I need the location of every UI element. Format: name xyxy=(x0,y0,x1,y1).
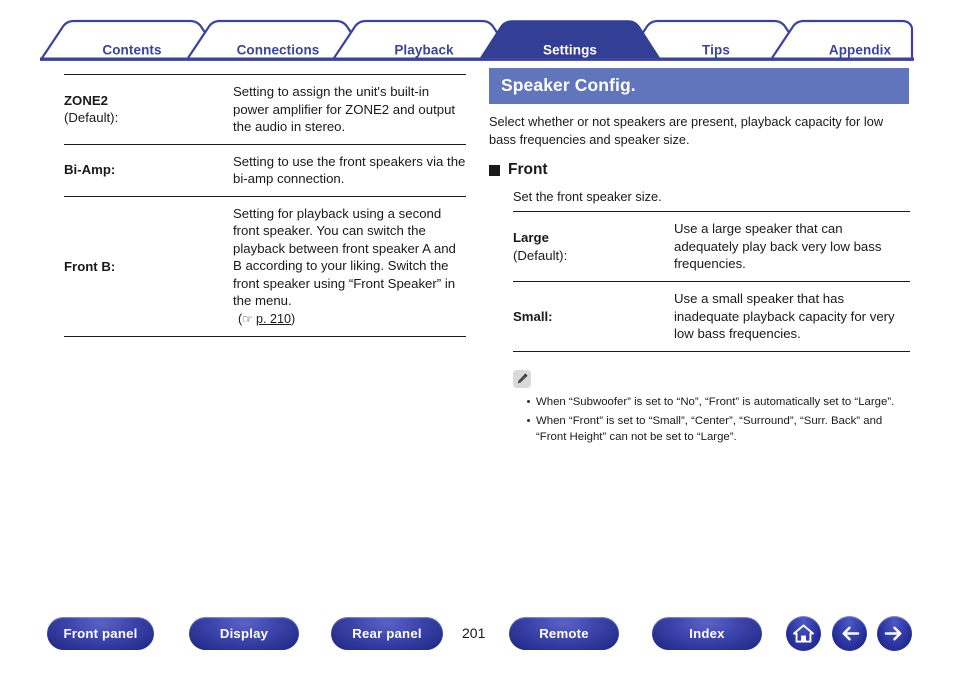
table-cell-term: Small: xyxy=(513,280,674,352)
table-cell-description: Setting to use the front speakers via th… xyxy=(233,143,466,197)
table-cell-description: Use a small speaker that has inadequate … xyxy=(674,280,910,352)
right-column: Speaker Config. Select whether or not sp… xyxy=(489,68,910,448)
table-row: Small: Use a small speaker that has inad… xyxy=(513,280,910,352)
term-label: ZONE2 xyxy=(64,92,108,108)
display-button[interactable]: Display xyxy=(189,617,299,650)
tab-baseline xyxy=(40,57,914,61)
tab-bar: Contents Connections Playback Settings T… xyxy=(40,18,914,62)
list-item: When “Subwoofer” is set to “No”, “Front”… xyxy=(527,394,913,410)
index-button[interactable]: Index xyxy=(652,617,762,650)
left-column: ZONE2 (Default): Setting to assign the u… xyxy=(64,74,466,337)
table-cell-term: Large (Default): xyxy=(513,211,674,282)
tab-playback[interactable]: Playback xyxy=(364,43,484,58)
display-button-label: Display xyxy=(219,626,269,641)
table-row: Bi-Amp: Setting to use the front speaker… xyxy=(64,143,466,197)
tab-tips[interactable]: Tips xyxy=(656,43,776,58)
back-button[interactable] xyxy=(832,616,867,651)
tab-contents[interactable]: Contents xyxy=(72,43,192,58)
section-banner: Speaker Config. xyxy=(489,68,909,104)
term-label: Front B: xyxy=(64,258,116,274)
pencil-icon xyxy=(513,369,531,388)
list-item: When “Front” is set to “Small”, “Center”… xyxy=(527,413,913,445)
footer-nav: Front panel Display Rear panel 201 Remot… xyxy=(0,607,954,673)
tab-connections-label: Connections xyxy=(236,42,320,58)
page-content: ZONE2 (Default): Setting to assign the u… xyxy=(0,68,954,598)
term-label: Small: xyxy=(513,308,553,324)
term-default-label: (Default): xyxy=(64,110,119,126)
pointing-hand-icon: ☞ xyxy=(242,312,253,327)
section-title: Speaker Config. xyxy=(501,75,636,95)
table-row: Large (Default): Use a large speaker tha… xyxy=(513,211,910,282)
page-number: 201 xyxy=(462,625,486,641)
term-label: Bi-Amp: xyxy=(64,162,116,178)
table-cell-description: Use a large speaker that can adequately … xyxy=(674,211,910,282)
zone2-options-table: ZONE2 (Default): Setting to assign the u… xyxy=(64,74,466,337)
tab-appendix[interactable]: Appendix xyxy=(800,43,920,58)
front-panel-button-label: Front panel xyxy=(63,626,138,641)
description-text: Setting for playback using a second fron… xyxy=(233,205,456,309)
page-reference[interactable]: (☞ p. 210) xyxy=(233,311,466,328)
tab-settings-label: Settings xyxy=(542,42,598,58)
rear-panel-button-label: Rear panel xyxy=(352,626,422,641)
rear-panel-button[interactable]: Rear panel xyxy=(331,617,443,650)
index-button-label: Index xyxy=(689,626,725,641)
tab-contents-label: Contents xyxy=(102,42,162,58)
remote-button-label: Remote xyxy=(539,626,589,641)
note-list: When “Subwoofer” is set to “No”, “Front”… xyxy=(513,394,913,446)
home-button[interactable] xyxy=(786,616,821,651)
subsection-intro-text: Set the front speaker size. xyxy=(513,189,662,205)
table-row: Front B: Setting for playback using a se… xyxy=(64,195,466,337)
remote-button[interactable]: Remote xyxy=(509,617,619,650)
table-cell-term: ZONE2 (Default): xyxy=(64,74,233,145)
section-intro-text: Select whether or not speakers are prese… xyxy=(489,114,884,148)
front-panel-button[interactable]: Front panel xyxy=(47,617,154,650)
pencil-glyph xyxy=(517,373,527,384)
subsection-heading: Front xyxy=(489,161,910,179)
note-block: When “Subwoofer” is set to “No”, “Front”… xyxy=(513,369,913,446)
table-cell-term: Bi-Amp: xyxy=(64,143,233,197)
term-label: Large xyxy=(513,230,549,246)
paren-close: ) xyxy=(290,312,296,327)
tab-connections[interactable]: Connections xyxy=(218,43,338,58)
page-reference-link[interactable]: p. 210 xyxy=(256,312,291,326)
table-cell-description: Setting to assign the unit's built-in po… xyxy=(233,74,466,145)
arrow-left-icon xyxy=(842,626,860,641)
table-row: ZONE2 (Default): Setting to assign the u… xyxy=(64,74,466,145)
front-size-options-table: Large (Default): Use a large speaker tha… xyxy=(513,211,910,352)
table-cell-term: Front B: xyxy=(64,195,233,337)
tab-tips-label: Tips xyxy=(702,42,730,58)
subsection-heading-label: Front xyxy=(508,161,548,179)
table-cell-description: Setting for playback using a second fron… xyxy=(233,195,466,337)
subsection-body: Set the front speaker size. Large (Defau… xyxy=(513,189,910,352)
tab-appendix-label: Appendix xyxy=(828,42,892,58)
square-bullet-icon xyxy=(489,164,500,176)
home-icon xyxy=(793,624,814,643)
term-default-label: (Default): xyxy=(513,247,568,263)
forward-button[interactable] xyxy=(877,616,912,651)
arrow-right-icon xyxy=(884,626,902,641)
tab-settings[interactable]: Settings xyxy=(510,43,630,58)
tab-playback-label: Playback xyxy=(394,42,454,58)
